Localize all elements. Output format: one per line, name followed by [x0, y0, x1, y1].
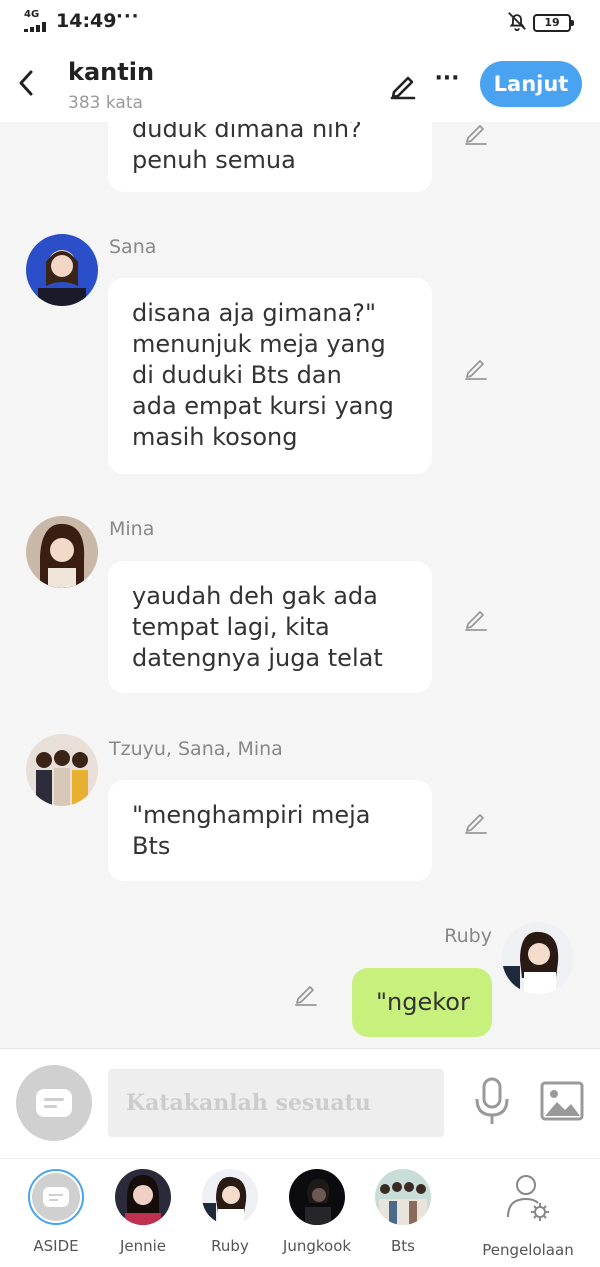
word-count: 383 kata — [68, 93, 143, 113]
message-text: "ngekor — [376, 988, 470, 1016]
message-bubble[interactable]: "ngekor — [352, 968, 492, 1037]
avatar-image — [26, 734, 98, 806]
message-icon — [36, 1089, 72, 1117]
battery-indicator: 19 — [533, 14, 574, 32]
story-header: kantin 383 kata ··· Lanjut — [0, 44, 600, 122]
avatar-image — [375, 1169, 431, 1225]
message-bubble[interactable]: disana aja gimana?" menunjuk meja yang d… — [108, 278, 432, 474]
aside-toggle-button[interactable] — [16, 1065, 92, 1141]
tab-label: Pengelolaan — [482, 1241, 574, 1259]
tab-jungkook[interactable]: Jungkook — [272, 1169, 362, 1255]
avatar — [202, 1169, 258, 1225]
tab-manage[interactable]: Pengelolaan — [482, 1169, 574, 1259]
tab-label: Jennie — [119, 1237, 167, 1255]
avatar-image — [202, 1169, 258, 1225]
continue-button[interactable]: Lanjut — [480, 61, 582, 107]
network-type: 4G — [24, 9, 40, 20]
signal-icon — [24, 22, 46, 32]
pencil-icon[interactable] — [463, 122, 489, 146]
clock: 14:49 — [56, 10, 117, 32]
avatar-image — [289, 1169, 345, 1225]
avatar[interactable] — [26, 234, 98, 306]
tab-bts[interactable]: Bts — [358, 1169, 448, 1255]
image-icon[interactable] — [540, 1081, 584, 1121]
message-composer — [0, 1048, 600, 1158]
pencil-icon[interactable] — [293, 981, 319, 1007]
pencil-icon[interactable] — [463, 606, 489, 632]
avatar — [289, 1169, 345, 1225]
sender-name: Ruby — [444, 925, 492, 947]
sender-name: Tzuyu, Sana, Mina — [109, 738, 283, 760]
message-bubble[interactable]: yaudah deh gak ada tempat lagi, kita dat… — [108, 561, 432, 693]
pencil-icon[interactable] — [463, 355, 489, 381]
message-text: "menghampiri meja Bts — [132, 801, 371, 860]
sender-name: Sana — [109, 236, 157, 258]
chat-area[interactable]: duduk dimana nih? penuh semua Sana disan… — [0, 122, 600, 1048]
character-tab-bar: ASIDE Jennie Ruby Jungkook Bts Pengelola… — [0, 1158, 600, 1267]
message-input[interactable] — [108, 1069, 444, 1137]
tab-label: Jungkook — [282, 1237, 352, 1255]
page-title: kantin — [68, 58, 155, 86]
message-text: yaudah deh gak ada tempat lagi, kita dat… — [132, 582, 383, 672]
tab-ruby[interactable]: Ruby — [185, 1169, 275, 1255]
message-bubble[interactable]: duduk dimana nih? penuh semua — [108, 122, 432, 192]
pencil-icon[interactable] — [463, 809, 489, 835]
avatar — [375, 1169, 431, 1225]
status-bar: 4G 14:49 ··· 19 — [0, 0, 600, 44]
tab-aside[interactable]: ASIDE — [11, 1169, 101, 1255]
avatar[interactable] — [26, 516, 98, 588]
sender-name: Mina — [109, 518, 155, 540]
avatar-image — [26, 234, 98, 306]
tab-jennie[interactable]: Jennie — [98, 1169, 188, 1255]
more-icon[interactable]: ··· — [434, 68, 460, 96]
pencil-icon[interactable] — [388, 70, 418, 100]
tab-label: Bts — [391, 1237, 415, 1255]
avatar — [115, 1169, 171, 1225]
avatar[interactable] — [502, 922, 574, 994]
microphone-icon[interactable] — [472, 1077, 512, 1127]
avatar-image — [115, 1169, 171, 1225]
notification-dots: ··· — [116, 6, 140, 27]
user-settings-icon — [507, 1175, 549, 1221]
avatar-image — [502, 922, 574, 994]
tab-label: ASIDE — [33, 1237, 79, 1255]
message-bubble[interactable]: "menghampiri meja Bts — [108, 780, 432, 881]
message-text: duduk dimana nih? penuh semua — [132, 122, 362, 174]
message-text: disana aja gimana?" menunjuk meja yang d… — [132, 299, 394, 451]
bell-off-icon — [508, 12, 526, 32]
avatar-image — [26, 516, 98, 588]
tab-label: Ruby — [211, 1237, 249, 1255]
avatar[interactable] — [26, 734, 98, 806]
chevron-left-icon[interactable] — [14, 68, 38, 98]
aside-avatar — [28, 1169, 84, 1225]
